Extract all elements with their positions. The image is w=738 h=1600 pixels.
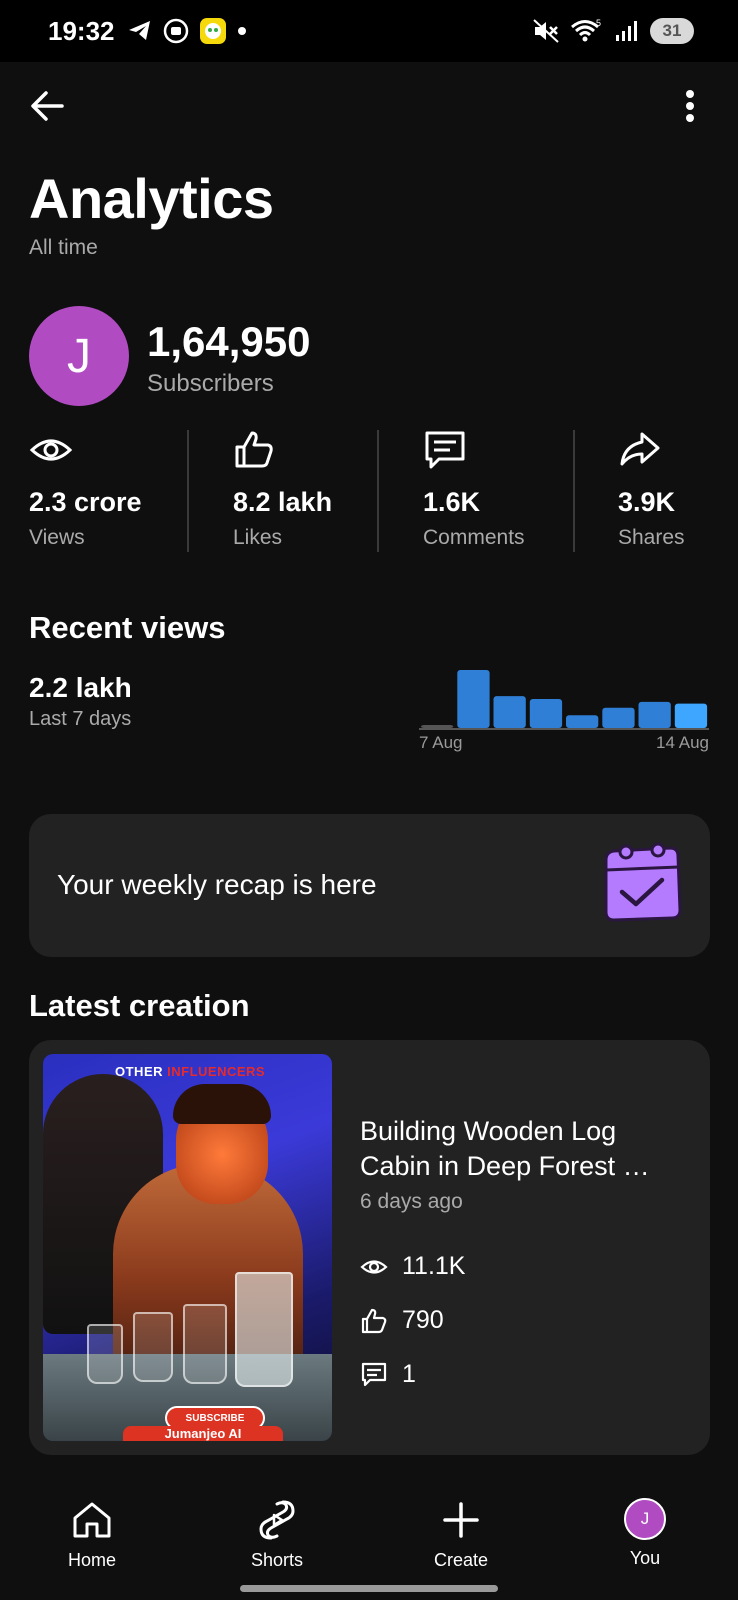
stat-label: Shares: [618, 526, 685, 549]
stat-divider: [573, 430, 575, 552]
plus-icon: [443, 1502, 479, 1538]
nav-home-label: Home: [67, 1550, 116, 1570]
chart-bar-8-aug: [457, 670, 490, 728]
nav-you-avatar: J: [624, 1498, 666, 1540]
thumbs-up-icon: [361, 1308, 387, 1333]
video-likes: 790: [360, 1306, 444, 1335]
battery-icon: 31: [650, 18, 694, 44]
nav-home[interactable]: Home: [32, 1498, 152, 1571]
thumbnail-caption-white: OTHER: [115, 1064, 163, 1079]
chart-bar-9-aug: [493, 696, 526, 728]
thumbnail-caption-red: INFLUENCERS: [167, 1064, 266, 1079]
video-age: 6 days ago: [360, 1190, 463, 1213]
video-likes-value: 790: [402, 1306, 444, 1334]
weekly-recap-text: Your weekly recap is here: [57, 869, 377, 900]
nav-create-label: Create: [433, 1550, 489, 1570]
home-icon: [73, 1502, 111, 1538]
eye-icon: [29, 439, 73, 461]
recent-views-value: 2.2 lakh: [29, 672, 132, 703]
video-comments: 1: [360, 1360, 416, 1389]
nav-shorts[interactable]: Shorts: [217, 1498, 337, 1571]
back-button[interactable]: [26, 84, 70, 128]
video-comments-value: 1: [402, 1360, 416, 1388]
stat-likes[interactable]: 8.2 lakh Likes: [233, 428, 332, 552]
arrow-left-icon: [31, 91, 64, 121]
chart-baseline: [419, 728, 709, 730]
stat-value: 8.2 lakh: [233, 487, 333, 517]
status-bar: 19:32 5 31: [0, 0, 738, 62]
top-app-bar: [0, 62, 738, 150]
thumbnail-figure-hair: [173, 1084, 271, 1124]
emoji-icon: [199, 18, 226, 44]
video-title[interactable]: Building Wooden Log Cabin in Deep Forest…: [360, 1114, 670, 1184]
thumbnail-glass: [183, 1304, 227, 1384]
calendar-check-icon: [604, 842, 682, 922]
thumbnail-glass: [133, 1312, 173, 1382]
eye-icon: [360, 1259, 388, 1274]
recent-views-period: Last 7 days: [29, 708, 132, 730]
channel-avatar: J: [29, 306, 129, 406]
comment-icon: [425, 431, 465, 469]
video-thumbnail[interactable]: OTHER INFLUENCERS SUBSCRIBE Jumanjeo AI: [43, 1054, 332, 1441]
stat-views[interactable]: 2.3 crore Views: [29, 428, 142, 552]
subscribers-label: Subscribers: [147, 370, 274, 397]
thumbnail-brand: Jumanjeo AI: [123, 1426, 283, 1441]
latest-creation-title: Latest creation: [29, 988, 250, 1023]
stat-label: Views: [29, 526, 85, 549]
comment-icon: [361, 1362, 387, 1386]
stat-shares[interactable]: 3.9K Shares: [618, 428, 685, 552]
signal-icon: [616, 21, 637, 41]
status-time: 19:32: [48, 15, 115, 46]
nav-shorts-label: Shorts: [250, 1550, 304, 1570]
stats-row: 2.3 crore Views 8.2 lakh Likes 1.6K Comm…: [0, 428, 738, 552]
video-views: 11.1K: [360, 1252, 465, 1281]
app-icon: [163, 18, 188, 44]
chart-x-end-label: 14 Aug: [656, 733, 709, 752]
chart-bar-7-aug: [421, 725, 454, 728]
dot-icon: [237, 27, 246, 35]
more-options-button[interactable]: [668, 84, 712, 128]
status-right-icons: 5 31: [532, 18, 694, 44]
thumbnail-glass: [87, 1324, 123, 1384]
chart-bar-10-aug: [529, 699, 563, 728]
thumbs-up-icon: [235, 431, 273, 468]
stat-divider: [377, 430, 379, 552]
stat-label: Comments: [423, 526, 525, 549]
stat-value: 2.3 crore: [29, 487, 142, 517]
stat-value: 1.6K: [423, 487, 481, 517]
chart-bar-13-aug: [638, 701, 671, 728]
nav-you-label: You: [629, 1548, 661, 1568]
thumbnail-glass: [235, 1272, 293, 1387]
stat-comments[interactable]: 1.6K Comments: [423, 428, 525, 552]
bottom-navigation: Home Shorts Create J You: [0, 1470, 738, 1600]
thumbnail-caption: OTHER INFLUENCERS: [115, 1064, 265, 1079]
video-views-value: 11.1K: [402, 1252, 466, 1280]
latest-creation-card[interactable]: OTHER INFLUENCERS SUBSCRIBE Jumanjeo AI …: [29, 1040, 710, 1455]
stat-label: Likes: [233, 526, 283, 549]
weekly-recap-card[interactable]: Your weekly recap is here: [29, 814, 710, 957]
subscribers-count: 1,64,950: [147, 318, 311, 365]
stat-divider: [187, 430, 189, 552]
chart-x-start-label: 7 Aug: [419, 733, 463, 752]
more-vert-icon: [686, 90, 694, 122]
chart-bar-12-aug: [602, 707, 635, 728]
svg-text:5: 5: [596, 18, 601, 28]
chart-bar-11-aug: [566, 715, 599, 728]
wifi-icon: 5: [571, 18, 601, 42]
nav-you[interactable]: J You: [585, 1498, 705, 1569]
recent-views-title: Recent views: [29, 610, 226, 645]
home-indicator[interactable]: [240, 1585, 498, 1592]
telegram-icon: [128, 21, 150, 40]
page-title: Analytics: [29, 167, 274, 230]
stat-value: 3.9K: [618, 487, 676, 517]
chart-bar-14-aug: [674, 703, 708, 728]
share-icon: [620, 432, 660, 466]
status-left-icons: [127, 17, 247, 45]
page-subtitle: All time: [29, 236, 98, 259]
nav-create[interactable]: Create: [401, 1498, 521, 1571]
mute-icon: [533, 19, 559, 43]
shorts-icon: [259, 1500, 295, 1540]
